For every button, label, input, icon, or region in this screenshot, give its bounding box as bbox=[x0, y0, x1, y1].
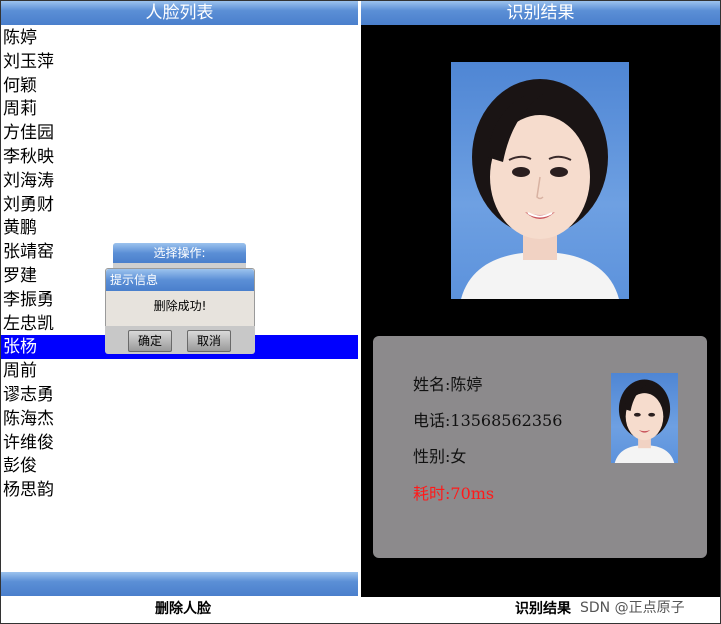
face-list-item[interactable]: 李秋映 bbox=[1, 145, 358, 169]
left-footer-bar bbox=[1, 572, 358, 596]
face-list-item[interactable]: 方佳园 bbox=[1, 121, 358, 145]
face-list-item[interactable]: 刘勇财 bbox=[1, 193, 358, 217]
result-phone: 电话:13568562356 bbox=[413, 411, 563, 430]
face-list-item[interactable]: 周莉 bbox=[1, 97, 358, 121]
result-name: 姓名:陈婷 bbox=[413, 375, 483, 394]
face-list-item[interactable]: 彭俊 bbox=[1, 454, 358, 478]
result-gender: 性别:女 bbox=[413, 447, 467, 466]
dialog-button-row: 确定 取消 bbox=[105, 326, 255, 354]
watermark: SDN @正点原子 bbox=[580, 600, 685, 616]
matched-face-thumbnail bbox=[611, 373, 678, 463]
portrait-image bbox=[461, 79, 619, 299]
result-time: 耗时:70ms bbox=[413, 484, 495, 503]
face-list-item[interactable]: 黄鹏 bbox=[1, 216, 358, 240]
thumbnail-image bbox=[614, 379, 675, 463]
face-list-item[interactable]: 刘海涛 bbox=[1, 169, 358, 193]
face-list-item[interactable]: 杨思韵 bbox=[1, 478, 358, 502]
recognition-result-panel: 识别结果 姓名:陈婷 电话:13568562356 性别:女 耗时:70ms bbox=[361, 1, 720, 597]
result-card: 姓名:陈婷 电话:13568562356 性别:女 耗时:70ms bbox=[373, 336, 707, 558]
info-dialog-title: 提示信息 bbox=[106, 269, 254, 291]
info-dialog: 提示信息 删除成功! bbox=[105, 268, 255, 330]
face-list-item[interactable]: 谬志勇 bbox=[1, 383, 358, 407]
info-dialog-message: 删除成功! bbox=[153, 299, 207, 313]
result-caption: 识别结果 bbox=[515, 601, 571, 617]
face-list-item[interactable]: 刘玉萍 bbox=[1, 50, 358, 74]
face-list-item[interactable]: 陈海杰 bbox=[1, 407, 358, 431]
cancel-button[interactable]: 取消 bbox=[187, 330, 231, 352]
captured-face-photo bbox=[451, 62, 629, 299]
select-operation-title: 选择操作: bbox=[113, 243, 246, 263]
result-header: 识别结果 bbox=[361, 1, 720, 25]
ok-button[interactable]: 确定 bbox=[128, 330, 172, 352]
face-list-item[interactable]: 许维俊 bbox=[1, 431, 358, 455]
face-list-item[interactable]: 何颖 bbox=[1, 74, 358, 98]
delete-face-caption: 删除人脸 bbox=[155, 601, 211, 617]
face-list-item[interactable]: 周前 bbox=[1, 359, 358, 383]
face-list-header: 人脸列表 bbox=[1, 1, 358, 25]
face-list-item[interactable]: 陈婷 bbox=[1, 26, 358, 50]
